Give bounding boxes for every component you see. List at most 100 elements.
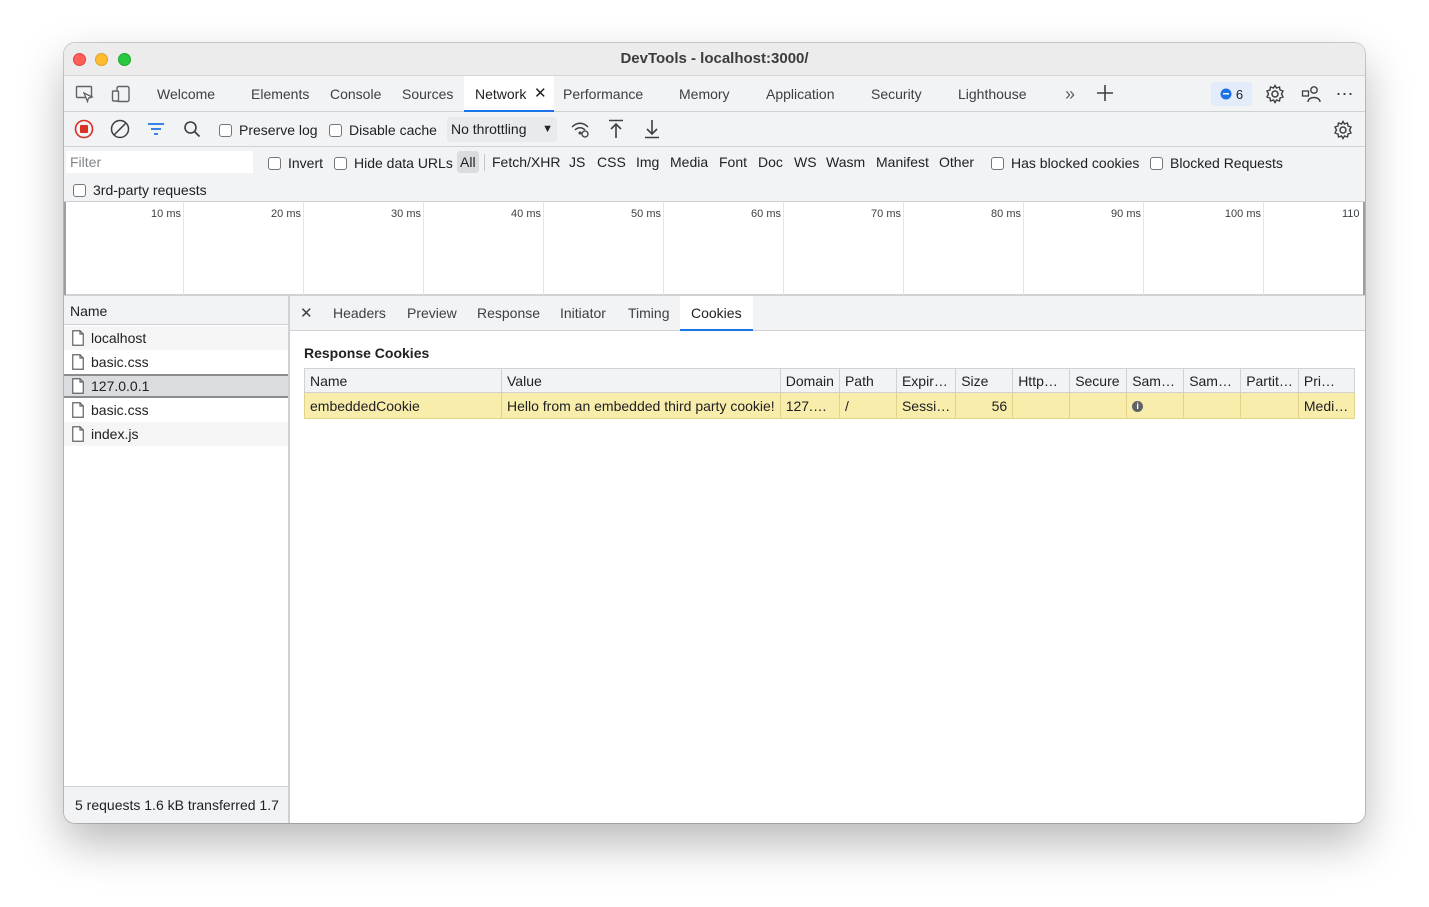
preserve-log-checkbox[interactable]: Preserve log — [219, 122, 318, 138]
tab-initiator[interactable]: Initiator — [560, 296, 606, 331]
request-row[interactable]: basic.css — [64, 350, 288, 374]
timeline-tick-label: 80 ms — [991, 208, 1021, 220]
tab-security[interactable]: Security — [871, 76, 922, 112]
column-header-priority[interactable]: Pri… — [1297, 368, 1355, 393]
inspect-element-icon[interactable] — [74, 84, 96, 104]
tab-application[interactable]: Application — [766, 76, 835, 112]
third-party-requests-box[interactable] — [73, 183, 86, 197]
document-icon — [72, 426, 84, 442]
info-icon[interactable]: i — [1132, 401, 1144, 413]
column-header-domain[interactable]: Domain — [779, 368, 840, 393]
cookie-partition — [1240, 392, 1299, 419]
tab-response[interactable]: Response — [477, 296, 540, 331]
record-stop-icon[interactable] — [74, 119, 94, 139]
tab-cookies[interactable]: Cookies — [680, 296, 753, 331]
filter-input[interactable] — [66, 151, 253, 173]
disable-cache-checkbox[interactable]: Disable cache — [329, 122, 437, 138]
throttling-select[interactable]: No throttling ▼ — [447, 117, 557, 142]
settings-gear-icon[interactable] — [1264, 83, 1286, 105]
request-row-selected[interactable]: 127.0.0.1 — [64, 374, 288, 398]
timeline-tick: 50 ms — [631, 202, 664, 295]
network-conditions-icon[interactable] — [570, 119, 590, 139]
close-tab-icon[interactable]: ✕ — [534, 76, 547, 112]
filter-type-font[interactable]: Font — [719, 151, 747, 173]
tab-preview[interactable]: Preview — [407, 296, 457, 331]
request-name: basic.css — [91, 402, 149, 418]
close-details-icon[interactable]: ✕ — [300, 296, 313, 331]
has-blocked-cookies-checkbox[interactable]: Has blocked cookies — [991, 155, 1139, 171]
filter-type-ws[interactable]: WS — [794, 151, 817, 173]
column-header-value[interactable]: Value — [501, 368, 781, 393]
column-header-httponly[interactable]: Http… — [1012, 368, 1071, 393]
column-header-name[interactable]: Name — [304, 368, 502, 393]
request-list-header[interactable]: Name — [64, 295, 288, 325]
search-icon[interactable] — [182, 119, 202, 139]
request-row[interactable]: basic.css — [64, 398, 288, 422]
clear-icon[interactable] — [110, 119, 130, 139]
request-summary: 5 requests 1.6 kB transferred 1.7 — [64, 786, 288, 823]
hide-data-urls-checkbox[interactable]: Hide data URLs — [334, 155, 453, 171]
filter-type-wasm[interactable]: Wasm — [826, 151, 865, 173]
blocked-requests-checkbox[interactable]: Blocked Requests — [1150, 155, 1283, 171]
more-options-icon[interactable]: ⋯ — [1335, 83, 1355, 105]
tab-performance[interactable]: Performance — [563, 76, 643, 112]
invert-box[interactable] — [268, 156, 281, 170]
document-icon — [72, 402, 84, 418]
filter-type-fetch-xhr[interactable]: Fetch/XHR — [492, 151, 560, 173]
cookie-path: / — [838, 392, 897, 419]
tab-sources[interactable]: Sources — [402, 76, 453, 112]
cookie-expires: Sessi… — [895, 392, 957, 419]
filter-type-doc[interactable]: Doc — [758, 151, 783, 173]
timeline-tick-label: 90 ms — [1111, 208, 1141, 220]
tab-welcome[interactable]: Welcome — [157, 76, 215, 112]
more-tabs-chevron-icon[interactable]: » — [1061, 84, 1079, 104]
filter-type-manifest[interactable]: Manifest — [876, 151, 929, 173]
has-blocked-cookies-box[interactable] — [991, 156, 1004, 170]
import-har-upload-icon[interactable] — [606, 118, 626, 140]
tab-lighthouse[interactable]: Lighthouse — [958, 76, 1027, 112]
main-tab-bar: Welcome Elements Console Sources Network… — [64, 76, 1365, 112]
preserve-log-box[interactable] — [219, 123, 232, 137]
tab-console[interactable]: Console — [330, 76, 381, 112]
tab-timing[interactable]: Timing — [628, 296, 670, 331]
filter-type-other[interactable]: Other — [939, 151, 974, 173]
add-panel-plus-icon[interactable] — [1095, 83, 1115, 103]
cookie-row[interactable]: embeddedCookie Hello from an embedded th… — [304, 392, 1355, 419]
third-party-requests-checkbox[interactable]: 3rd-party requests — [73, 182, 207, 198]
tab-headers[interactable]: Headers — [333, 296, 386, 331]
device-toolbar-icon[interactable] — [110, 84, 132, 104]
network-settings-gear-icon[interactable] — [1332, 119, 1354, 141]
filter-type-img[interactable]: Img — [636, 151, 659, 173]
invert-checkbox[interactable]: Invert — [268, 155, 323, 171]
filter-icon[interactable] — [146, 119, 166, 139]
export-har-download-icon[interactable] — [642, 118, 662, 140]
column-header-sameparty[interactable]: Sam… — [1183, 368, 1242, 393]
customize-people-icon[interactable] — [1300, 83, 1322, 105]
column-header-expires[interactable]: Expir… — [895, 368, 957, 393]
issues-chat-icon — [1220, 88, 1232, 100]
column-header-partition[interactable]: Partit… — [1240, 368, 1299, 393]
request-row[interactable]: index.js — [64, 422, 288, 446]
hide-data-urls-box[interactable] — [334, 156, 347, 170]
cookies-header-row: Name Value Domain Path Expir… Size Http…… — [304, 368, 1355, 393]
timeline-overview[interactable]: 10 ms 20 ms 30 ms 40 ms 50 ms 60 ms 70 m… — [64, 202, 1365, 295]
timeline-tick-label: 20 ms — [271, 208, 301, 220]
column-header-samesite[interactable]: Sam… — [1126, 368, 1185, 393]
filter-type-css[interactable]: CSS — [597, 151, 626, 173]
details-tab-bar: ✕ Headers Preview Response Initiator Tim… — [290, 295, 1365, 331]
filter-type-media[interactable]: Media — [670, 151, 708, 173]
tab-memory[interactable]: Memory — [679, 76, 730, 112]
column-header-path[interactable]: Path — [838, 368, 897, 393]
disable-cache-box[interactable] — [329, 123, 342, 137]
issues-badge[interactable]: 6 — [1211, 82, 1252, 106]
tab-elements[interactable]: Elements — [251, 76, 309, 112]
request-row[interactable]: localhost — [64, 326, 288, 350]
column-header-size[interactable]: Size — [955, 368, 1014, 393]
blocked-requests-box[interactable] — [1150, 156, 1163, 170]
filter-type-js[interactable]: JS — [569, 151, 585, 173]
timeline-tick: 90 ms — [1111, 202, 1144, 295]
cookies-table: Name Value Domain Path Expir… Size Http…… — [304, 368, 1355, 419]
column-header-secure[interactable]: Secure — [1069, 368, 1128, 393]
throttling-value: No throttling — [451, 121, 527, 137]
filter-type-all[interactable]: All — [457, 151, 479, 173]
